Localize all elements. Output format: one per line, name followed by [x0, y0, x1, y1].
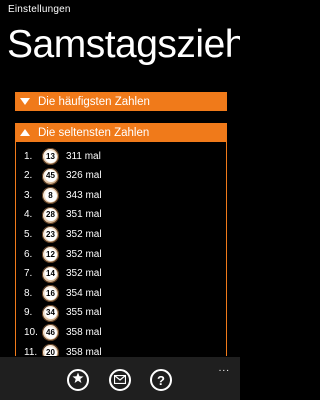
lotto-ball-icon: 14	[42, 265, 59, 283]
page-title: Samstagsziehung	[7, 23, 240, 66]
ball-number: 8	[44, 189, 57, 202]
mail-icon	[113, 371, 127, 389]
rank-label: 4.	[24, 209, 33, 221]
ball-number: 45	[44, 170, 57, 183]
more-options-button[interactable]: ...	[219, 363, 230, 374]
ball-number: 46	[44, 326, 57, 339]
rank-label: 6.	[24, 248, 33, 260]
section-header-most-frequent[interactable]: Die häufigsten Zahlen	[15, 92, 227, 111]
count-label: 352 mal	[66, 228, 102, 240]
count-label: 326 mal	[66, 170, 102, 182]
ball-number: 34	[44, 307, 57, 320]
rank-label: 7.	[24, 268, 33, 280]
section-label: Die häufigsten Zahlen	[38, 95, 150, 108]
star-plus-button[interactable]	[67, 369, 89, 391]
ball-number: 23	[44, 228, 57, 241]
section-header-least-frequent[interactable]: Die seltensten Zahlen	[15, 123, 227, 142]
list-item: 11. 20 358 mal	[16, 341, 226, 356]
lotto-ball-icon: 16	[42, 285, 59, 303]
lotto-ball-icon: 46	[42, 324, 59, 342]
star-plus-icon	[72, 371, 84, 389]
rank-label: 9.	[24, 307, 33, 319]
lotto-ball-icon: 13	[42, 148, 59, 165]
count-label: 354 mal	[66, 287, 102, 299]
count-label: 352 mal	[66, 268, 102, 280]
ball-number: 20	[44, 346, 57, 356]
rank-label: 5.	[24, 228, 33, 240]
lotto-ball-icon: 45	[42, 167, 59, 185]
rank-label: 8.	[24, 287, 33, 299]
count-label: 343 mal	[66, 189, 102, 201]
count-label: 355 mal	[66, 307, 102, 319]
rank-label: 2.	[24, 170, 33, 182]
ball-number: 14	[44, 268, 57, 281]
app-title: Einstellungen	[8, 4, 71, 15]
ball-number: 16	[44, 287, 57, 300]
count-label: 351 mal	[66, 209, 102, 221]
help-button[interactable]: ?	[150, 369, 172, 391]
lotto-ball-icon: 12	[42, 246, 59, 263]
lotto-ball-icon: 8	[42, 187, 59, 205]
count-label: 311 mal	[66, 150, 101, 162]
least-frequent-list[interactable]: 1. 13 311 mal 2. 45 326 mal 3. 8 343 mal 4. 28 351 …	[15, 142, 227, 356]
ball-number: 28	[44, 209, 57, 222]
mail-button[interactable]	[109, 369, 131, 391]
count-label: 358 mal	[66, 346, 102, 357]
rank-label: 11.	[24, 346, 38, 357]
section-label: Die seltensten Zahlen	[38, 126, 150, 139]
lotto-ball-icon: 34	[42, 304, 59, 322]
chevron-up-icon	[19, 128, 31, 138]
rank-label: 10.	[24, 326, 38, 338]
lotto-ball-icon: 23	[42, 226, 59, 244]
lotto-ball-icon: 28	[42, 206, 59, 224]
count-label: 358 mal	[66, 326, 102, 338]
help-icon: ?	[157, 372, 165, 388]
chevron-down-icon	[19, 97, 31, 107]
rank-label: 1.	[24, 150, 33, 162]
app-bar: ? ...	[0, 357, 240, 400]
lotto-ball-icon: 20	[42, 344, 59, 356]
count-label: 352 mal	[66, 248, 102, 260]
rank-label: 3.	[24, 189, 33, 201]
ball-number: 13	[44, 150, 57, 163]
ball-number: 12	[44, 248, 57, 261]
